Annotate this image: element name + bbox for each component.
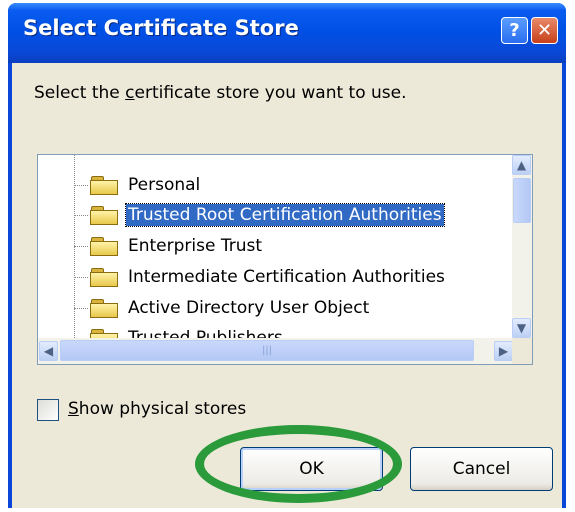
tree-connector bbox=[74, 308, 88, 309]
instruction-text-end: ertificate store you want to use. bbox=[134, 83, 407, 103]
tree-item-label: Intermediate Certification Authorities bbox=[128, 267, 445, 287]
dialog-title: Select Certificate Store bbox=[23, 16, 299, 40]
tree-item-trusted-publishers[interactable]: Trusted Publishers bbox=[74, 323, 514, 338]
scroll-down-button[interactable]: ▼ bbox=[512, 318, 531, 338]
folder-icon bbox=[90, 176, 118, 195]
horizontal-scrollbar[interactable]: ◀ ||| ▶ bbox=[38, 338, 514, 364]
scroll-left-button[interactable]: ◀ bbox=[39, 341, 58, 361]
show-physical-stores-label[interactable]: Show physical stores bbox=[68, 399, 246, 419]
tree-item-label: Trusted Root Certification Authorities bbox=[125, 203, 445, 227]
tree-item-enterprise-trust[interactable]: Enterprise Trust bbox=[74, 231, 514, 261]
chevron-down-icon: ▼ bbox=[516, 321, 527, 335]
scrollbar-corner bbox=[512, 338, 532, 364]
folder-icon bbox=[90, 268, 118, 287]
help-icon: ? bbox=[509, 20, 520, 41]
tree-item-active-directory[interactable]: Active Directory User Object bbox=[74, 293, 514, 323]
tree-item-personal[interactable]: Personal bbox=[74, 170, 514, 200]
scroll-right-button[interactable]: ▶ bbox=[494, 341, 513, 361]
tree-item-label: Personal bbox=[128, 175, 201, 195]
close-button[interactable]: ✕ bbox=[531, 17, 558, 44]
title-bar[interactable]: Select Certificate Store ? ✕ bbox=[8, 3, 566, 63]
vertical-scroll-thumb[interactable] bbox=[513, 178, 531, 223]
folder-icon bbox=[90, 299, 118, 318]
grip-icon: ||| bbox=[261, 345, 273, 356]
close-icon: ✕ bbox=[536, 20, 553, 41]
tree-connector bbox=[74, 185, 88, 186]
vertical-scrollbar[interactable]: ▲ ▼ bbox=[512, 155, 532, 338]
scroll-up-button[interactable]: ▲ bbox=[512, 155, 531, 175]
chevron-up-icon: ▲ bbox=[516, 158, 527, 172]
help-button[interactable]: ? bbox=[501, 17, 528, 44]
instruction-text: Select the certificate store you want to… bbox=[34, 83, 407, 103]
folder-icon bbox=[90, 237, 118, 256]
highlight-ring bbox=[195, 425, 402, 503]
certificate-store-tree[interactable]: Personal Trusted Root Certification Auth… bbox=[37, 154, 533, 365]
horizontal-scroll-thumb[interactable]: ||| bbox=[60, 340, 474, 361]
chevron-right-icon: ▶ bbox=[498, 344, 509, 358]
tree-item-label: Active Directory User Object bbox=[128, 298, 370, 318]
tree-item-intermediate[interactable]: Intermediate Certification Authorities bbox=[74, 262, 514, 292]
tree-item-label: Enterprise Trust bbox=[128, 236, 263, 256]
tree-item-trusted-root[interactable]: Trusted Root Certification Authorities bbox=[74, 200, 514, 230]
instruction-mnemonic: c bbox=[125, 83, 135, 103]
tree-viewport: Personal Trusted Root Certification Auth… bbox=[38, 155, 514, 338]
cancel-button[interactable]: Cancel bbox=[410, 447, 553, 491]
folder-icon bbox=[90, 329, 118, 338]
tree-connector bbox=[74, 277, 88, 278]
tree-item-label: Trusted Publishers bbox=[128, 328, 283, 338]
show-physical-stores-checkbox[interactable] bbox=[37, 399, 59, 421]
checkbox-label-text: how physical stores bbox=[78, 399, 247, 419]
checkbox-mnemonic: S bbox=[68, 399, 79, 419]
folder-icon bbox=[90, 206, 118, 225]
instruction-text-start: Select the bbox=[34, 83, 126, 103]
chevron-left-icon: ◀ bbox=[43, 344, 54, 358]
tree-connector bbox=[74, 246, 88, 247]
tree-connector bbox=[74, 215, 88, 216]
